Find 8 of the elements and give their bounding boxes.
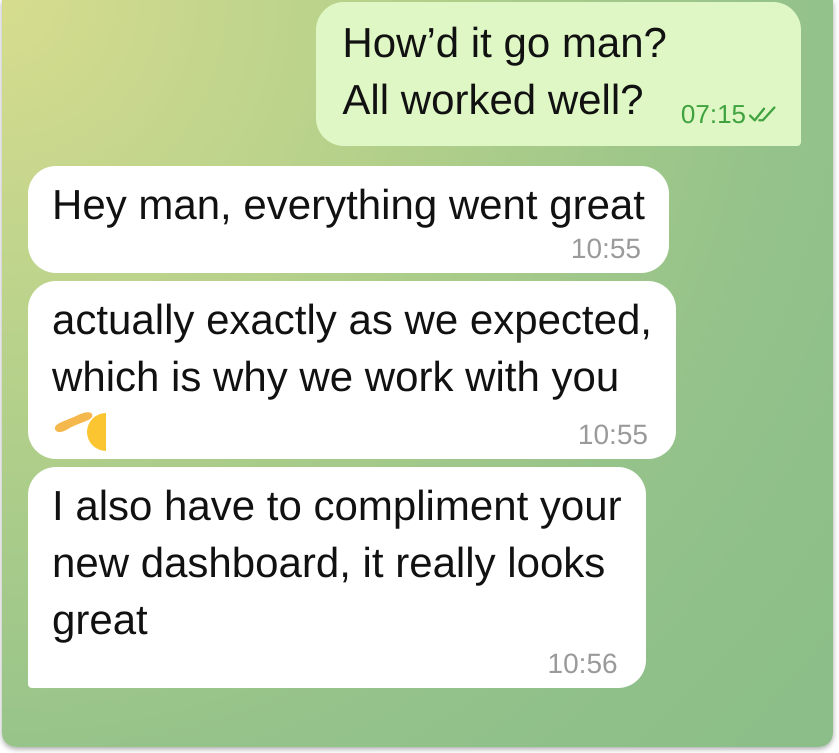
message-text: I also have to compliment your new dashboard, it really looks great	[52, 481, 622, 645]
message-time: 07:15	[680, 99, 746, 130]
message-text: How’d it go man? All worked well?	[342, 18, 667, 125]
message-time: 10:55	[570, 233, 641, 265]
message-time: 10:56	[548, 648, 618, 680]
message-text: actually exactly as we expected, which is why we work with you	[52, 295, 652, 402]
message-time: 10:55	[578, 419, 648, 451]
message-text: Hey man, everything went great	[52, 180, 645, 230]
